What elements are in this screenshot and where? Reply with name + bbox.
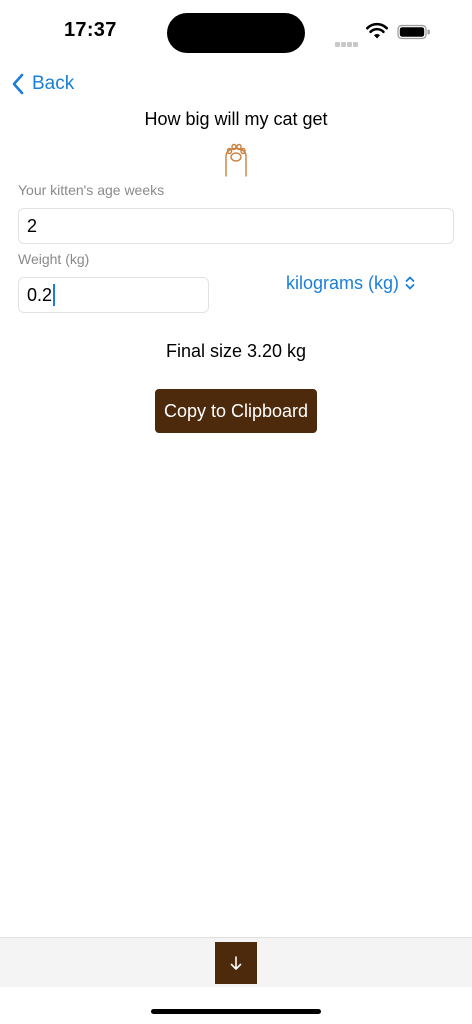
status-time: 17:37 — [64, 19, 117, 41]
age-input[interactable]: 2 — [18, 208, 454, 244]
chevron-left-icon — [12, 73, 24, 95]
weight-input-value: 0.2 — [27, 284, 53, 305]
age-label: Your kitten's age weeks — [18, 182, 165, 198]
scroll-down-button[interactable] — [215, 942, 257, 984]
chevron-up-down-icon — [405, 276, 415, 290]
cellular-signal-icon — [335, 34, 361, 47]
wifi-icon — [366, 22, 388, 39]
unit-select-label: kilograms (kg) — [286, 272, 400, 293]
bottom-bar — [0, 937, 472, 987]
weight-label: Weight (kg) — [18, 251, 90, 267]
weight-input[interactable]: 0.2 — [18, 277, 209, 313]
paw-icon — [225, 143, 247, 177]
arrow-down-icon — [230, 956, 242, 970]
app-screen: 17:37 Back How big will my cat get Your … — [0, 0, 472, 1024]
status-bar: 17:37 — [0, 0, 472, 64]
age-input-value: 2 — [27, 215, 38, 236]
back-label: Back — [32, 73, 75, 94]
copy-to-clipboard-button[interactable]: Copy to Clipboard — [155, 389, 317, 433]
text-cursor — [53, 284, 56, 306]
unit-select[interactable]: kilograms (kg) — [286, 271, 415, 295]
battery-icon — [397, 24, 430, 40]
copy-button-label: Copy to Clipboard — [163, 400, 309, 421]
back-button[interactable]: Back — [12, 70, 74, 98]
result-text: Final size 3.20 kg — [165, 341, 307, 361]
home-indicator — [151, 1009, 321, 1014]
page-title: How big will my cat get — [144, 109, 328, 129]
dynamic-island — [167, 13, 305, 53]
